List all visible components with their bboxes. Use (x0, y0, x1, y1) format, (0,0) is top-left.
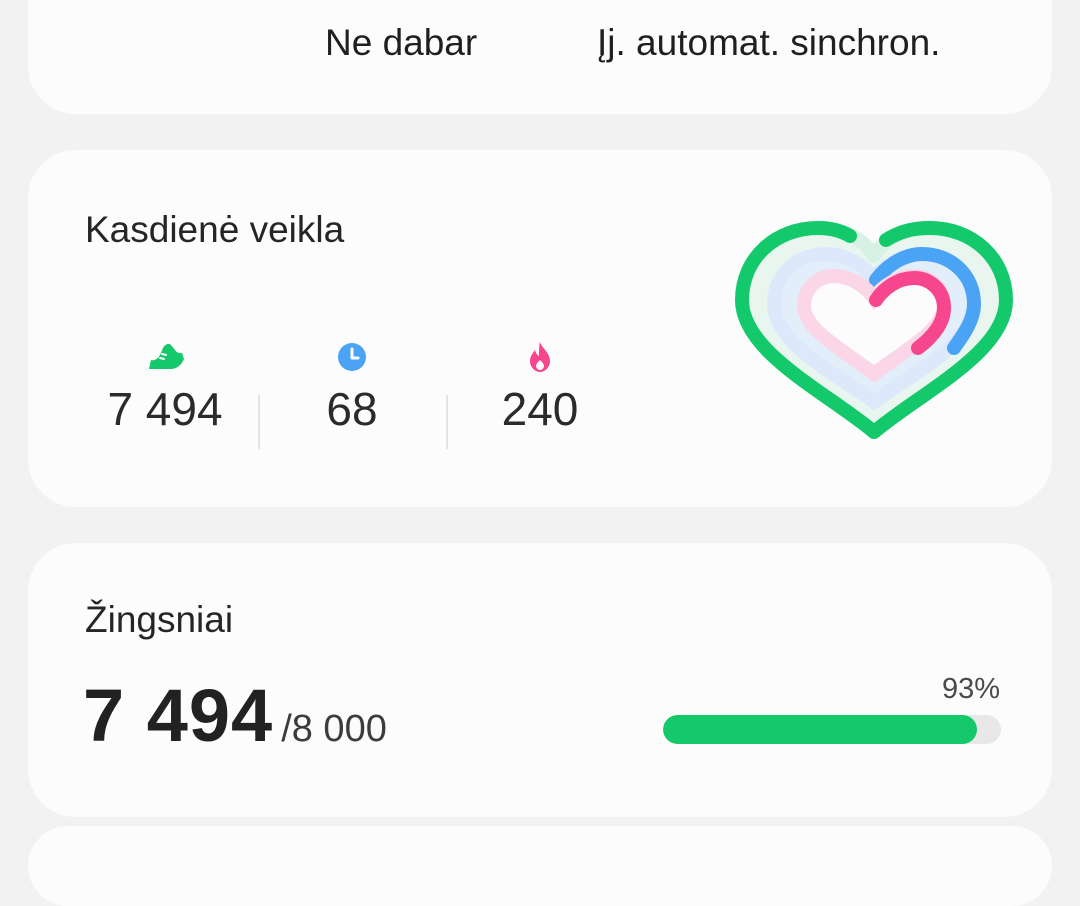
steps-card[interactable]: Žingsniai 7 494/8 000 93% (28, 543, 1052, 817)
active-minutes-value: 68 (326, 383, 378, 435)
clock-icon (259, 340, 445, 374)
sync-card: Ne dabar Įj. automat. sinchron. (28, 0, 1052, 114)
next-card[interactable] (28, 826, 1052, 906)
calories-stat: 240 (447, 340, 633, 432)
active-minutes-stat: 68 (259, 340, 445, 432)
steps-count-value: 7 494 (83, 674, 274, 757)
steps-value: 7 494 (107, 383, 223, 435)
calories-value: 240 (501, 383, 579, 435)
flame-icon (447, 340, 633, 374)
steps-goal: /8 000 (281, 708, 387, 750)
steps-progress-fill (663, 715, 978, 744)
daily-activity-card[interactable]: Kasdienė veikla 7 494 68 240 (28, 150, 1052, 507)
steps-stat: 7 494 (72, 340, 258, 432)
enable-auto-sync-button[interactable]: Įj. automat. sinchron. (597, 24, 940, 61)
activity-heart-icon (735, 221, 1013, 439)
shoe-icon (72, 340, 258, 374)
steps-progress-percent: 93% (941, 673, 1000, 705)
steps-title: Žingsniai (85, 599, 234, 640)
not-now-button[interactable]: Ne dabar (325, 24, 477, 61)
steps-progress-bar (663, 715, 1001, 744)
daily-activity-title: Kasdienė veikla (85, 209, 345, 250)
steps-count: 7 494/8 000 (83, 679, 387, 753)
